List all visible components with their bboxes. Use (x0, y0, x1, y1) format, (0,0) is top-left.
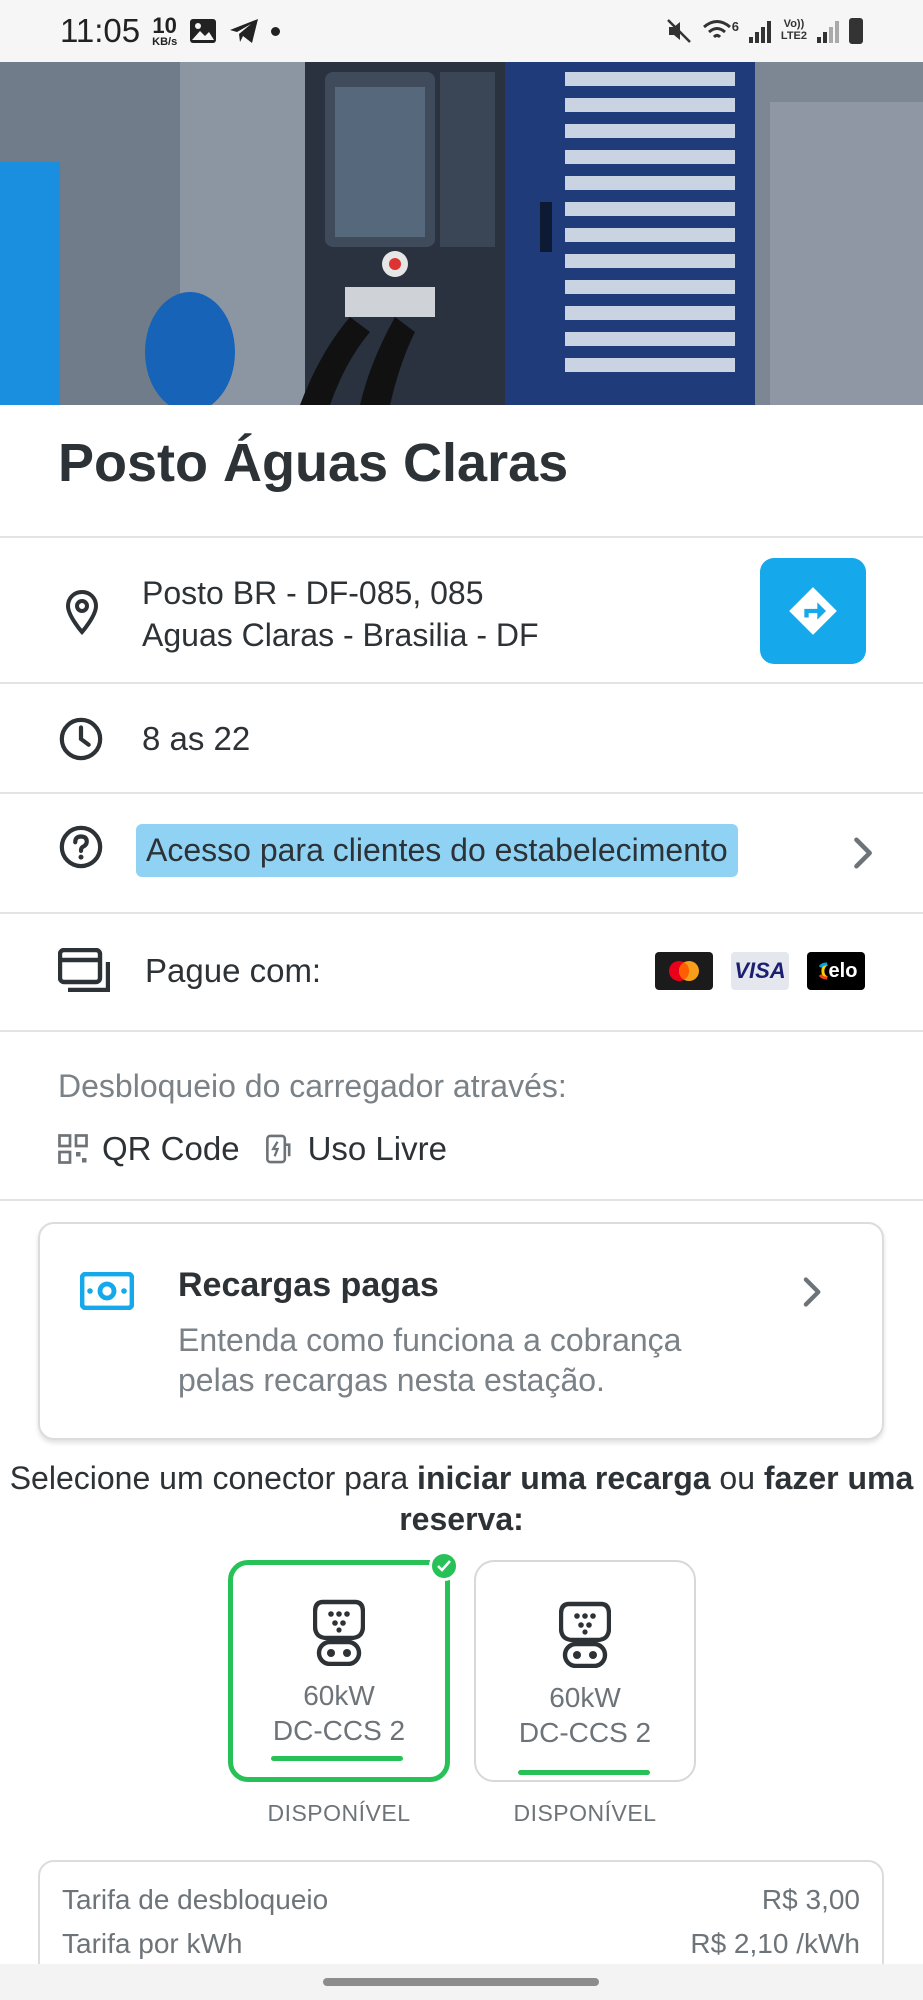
status-right: 6 Vo)) LTE2 (666, 18, 863, 44)
connector-card-2[interactable]: 60kW DC-CCS 2 (474, 1560, 696, 1782)
battery-icon (849, 18, 863, 44)
signal-icon (748, 19, 771, 43)
tariff-kwh-value: R$ 2,10 /kWh (690, 1928, 860, 1959)
ccs2-plug-icon (313, 1599, 365, 1666)
credit-card-icon (58, 948, 110, 992)
elo-logo: elo (807, 952, 865, 990)
address-line-2: Aguas Claras - Brasilia - DF (142, 617, 539, 653)
pay-with-label: Pague com: (145, 952, 322, 989)
wifi-indicator: 6 (702, 19, 739, 43)
system-nav-bar (0, 1964, 923, 2000)
lte-label: Vo)) LTE2 (781, 19, 807, 42)
help-icon (59, 825, 103, 869)
tariff-kwh-label: Tarifa por kWh (62, 1928, 243, 1959)
connector-2-type: DC-CCS 2 (518, 1717, 652, 1748)
connector-2-status: DISPONÍVEL (513, 1800, 657, 1826)
unlock-title: Desbloqueio do carregador através: (58, 1068, 567, 1104)
connector-2-specs: 60kW DC-CCS 2 (476, 1680, 694, 1750)
visa-logo-text: VISA (734, 958, 786, 983)
address-line-1: Posto BR - DF-085, 085 (142, 575, 484, 611)
network-speed-unit: KB/s (152, 35, 178, 48)
select-connector-instruction: Selecione um conector para iniciar uma r… (0, 1458, 923, 1540)
address-row: Posto BR - DF-085, 085 Aguas Claras - Br… (0, 536, 923, 682)
free-use-charger-icon (265, 1134, 291, 1164)
unlock-methods-row: Desbloqueio do carregador através: QR Co… (0, 1030, 923, 1200)
visa-logo: VISA (731, 952, 789, 990)
location-pin-icon (65, 589, 99, 636)
volte-label: Vo)) (783, 18, 805, 31)
connector-2-power: 60kW (549, 1682, 621, 1713)
lte2-label: LTE2 (780, 30, 807, 42)
money-icon (80, 1272, 134, 1310)
clock-icon (59, 717, 103, 761)
charger-photo-illustration (0, 62, 923, 405)
divider (0, 1199, 923, 1201)
station-name: Posto Águas Claras (58, 433, 569, 493)
connector-1-status: DISPONÍVEL (267, 1800, 411, 1826)
elo-mark-icon (818, 962, 828, 980)
station-photo (0, 62, 923, 405)
tariff-row-unlock: Tarifa de desbloqueio R$ 3,00 (62, 1884, 860, 1916)
connector-1-type: DC-CCS 2 (272, 1715, 406, 1746)
selected-check-icon (429, 1551, 459, 1581)
directions-button[interactable] (760, 558, 866, 664)
unlock-option-qr: QR Code (102, 1130, 240, 1167)
connector-1-availability-bar (271, 1756, 403, 1761)
instruction-part-1: Selecione um conector para (9, 1460, 418, 1496)
paid-recharges-card[interactable]: Recargas pagas Entenda como funciona a c… (38, 1222, 884, 1440)
mastercard-logo (655, 952, 713, 990)
connector-2-availability-bar (518, 1770, 650, 1775)
instruction-bold-1: iniciar uma recarga (417, 1460, 711, 1496)
opening-hours: 8 as 22 (142, 720, 251, 757)
access-row[interactable]: Acesso para clientes do estabelecimento (0, 792, 923, 912)
unlock-options: QR Code Uso Livre (58, 1130, 447, 1168)
access-restriction-label: Acesso para clientes do estabelecimento (136, 824, 738, 877)
network-speed: 10 KB/s (152, 12, 178, 48)
instruction-part-2: ou (710, 1460, 764, 1496)
status-left: 11:05 10 KB/s (60, 12, 281, 50)
ccs2-plug-icon (559, 1601, 611, 1668)
station-address: Posto BR - DF-085, 085 Aguas Claras - Br… (142, 572, 539, 656)
unlock-option-free: Uso Livre (307, 1130, 447, 1167)
hours-row: 8 as 22 (0, 682, 923, 792)
connector-card-1[interactable]: 60kW DC-CCS 2 (228, 1551, 459, 1782)
clock: 11:05 (60, 12, 141, 49)
telegram-icon (230, 19, 259, 43)
connector-1-specs: 60kW DC-CCS 2 (233, 1678, 445, 1748)
paid-recharges-title: Recargas pagas (178, 1266, 439, 1304)
paid-recharges-description: Entenda como funciona a cobrança pelas r… (178, 1322, 682, 1398)
payment-row: Pague com: VISA elo (0, 912, 923, 1030)
chevron-right-icon (803, 1277, 821, 1307)
elo-logo-text: elo (828, 959, 858, 982)
qr-code-icon (58, 1134, 88, 1164)
status-bar: 11:05 10 KB/s 6 Vo)) LTE2 (0, 0, 923, 62)
tariff-row-kwh: Tarifa por kWh R$ 2,10 /kWh (62, 1928, 860, 1960)
tariff-unlock-value: R$ 3,00 (761, 1884, 860, 1915)
home-gesture-handle[interactable] (323, 1978, 599, 1986)
gallery-icon (190, 19, 217, 43)
mute-icon (666, 19, 691, 43)
chevron-right-icon (854, 837, 872, 869)
connector-1-power: 60kW (303, 1680, 375, 1711)
notification-dot-icon (271, 26, 281, 36)
wifi-label: 6 (731, 19, 739, 34)
network-speed-value: 10 (152, 12, 177, 38)
tariff-unlock-label: Tarifa de desbloqueio (62, 1884, 329, 1915)
directions-icon (789, 587, 837, 635)
wifi-icon (702, 20, 731, 39)
signal-2-icon (817, 19, 839, 43)
